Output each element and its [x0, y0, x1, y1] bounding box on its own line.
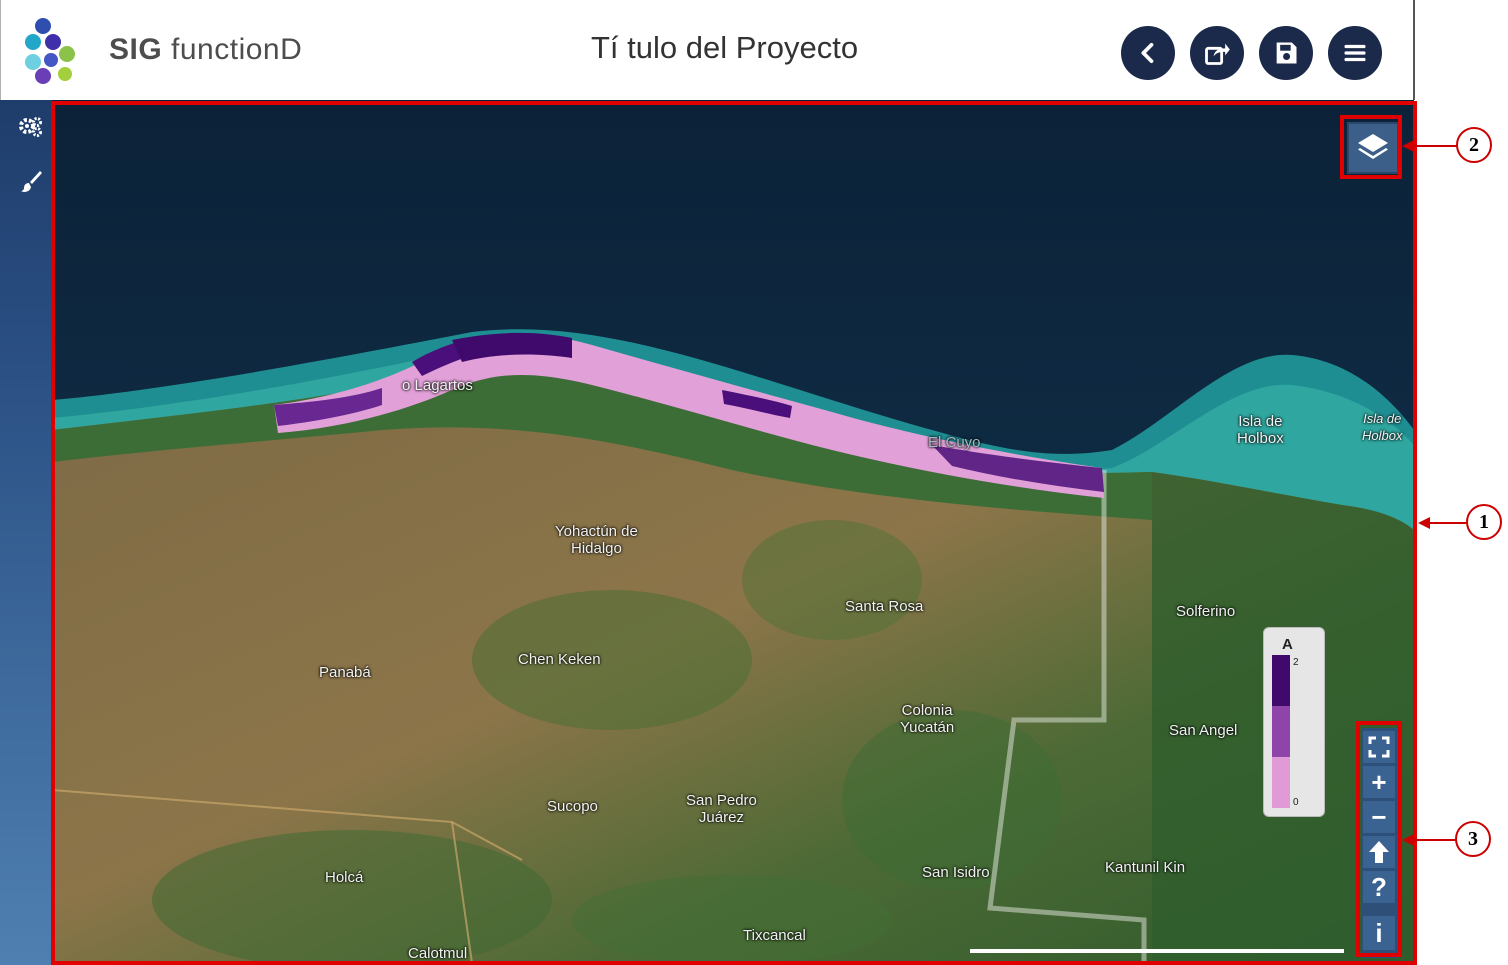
hamburger-menu-icon: [1344, 44, 1366, 62]
callout-3-arrowhead: [1402, 834, 1414, 846]
sidebar-item-settings[interactable]: [16, 112, 46, 142]
brand-name: SIG functionD: [109, 33, 303, 66]
share-icon: [1205, 43, 1230, 65]
brush-icon: [21, 171, 42, 192]
callout-3-line: [1410, 839, 1456, 841]
tool-sidebar: [0, 100, 52, 965]
app-header: SIG functionD Tí tulo del Proyecto: [0, 0, 1415, 100]
chevron-left-icon: [1141, 42, 1154, 64]
back-button[interactable]: [1121, 26, 1175, 80]
gears-icon: [19, 117, 42, 137]
sidebar-item-style[interactable]: [16, 166, 46, 196]
callout-1-arrowhead: [1418, 517, 1430, 529]
highlight-layers-button: [1340, 115, 1402, 179]
app-logo: [25, 18, 75, 84]
save-icon: [1276, 42, 1297, 64]
save-button[interactable]: [1259, 26, 1313, 80]
callout-1-line: [1426, 522, 1468, 524]
menu-button[interactable]: [1328, 26, 1382, 80]
callout-3: 3: [1455, 821, 1491, 857]
callout-2-arrowhead: [1402, 140, 1414, 152]
highlight-map-controls: [1356, 721, 1402, 957]
highlight-map-area: [51, 101, 1417, 965]
project-title: Tí tulo del Proyecto: [591, 30, 859, 65]
callout-1: 1: [1466, 504, 1502, 540]
share-button[interactable]: [1190, 26, 1244, 80]
callout-2: 2: [1456, 127, 1492, 163]
